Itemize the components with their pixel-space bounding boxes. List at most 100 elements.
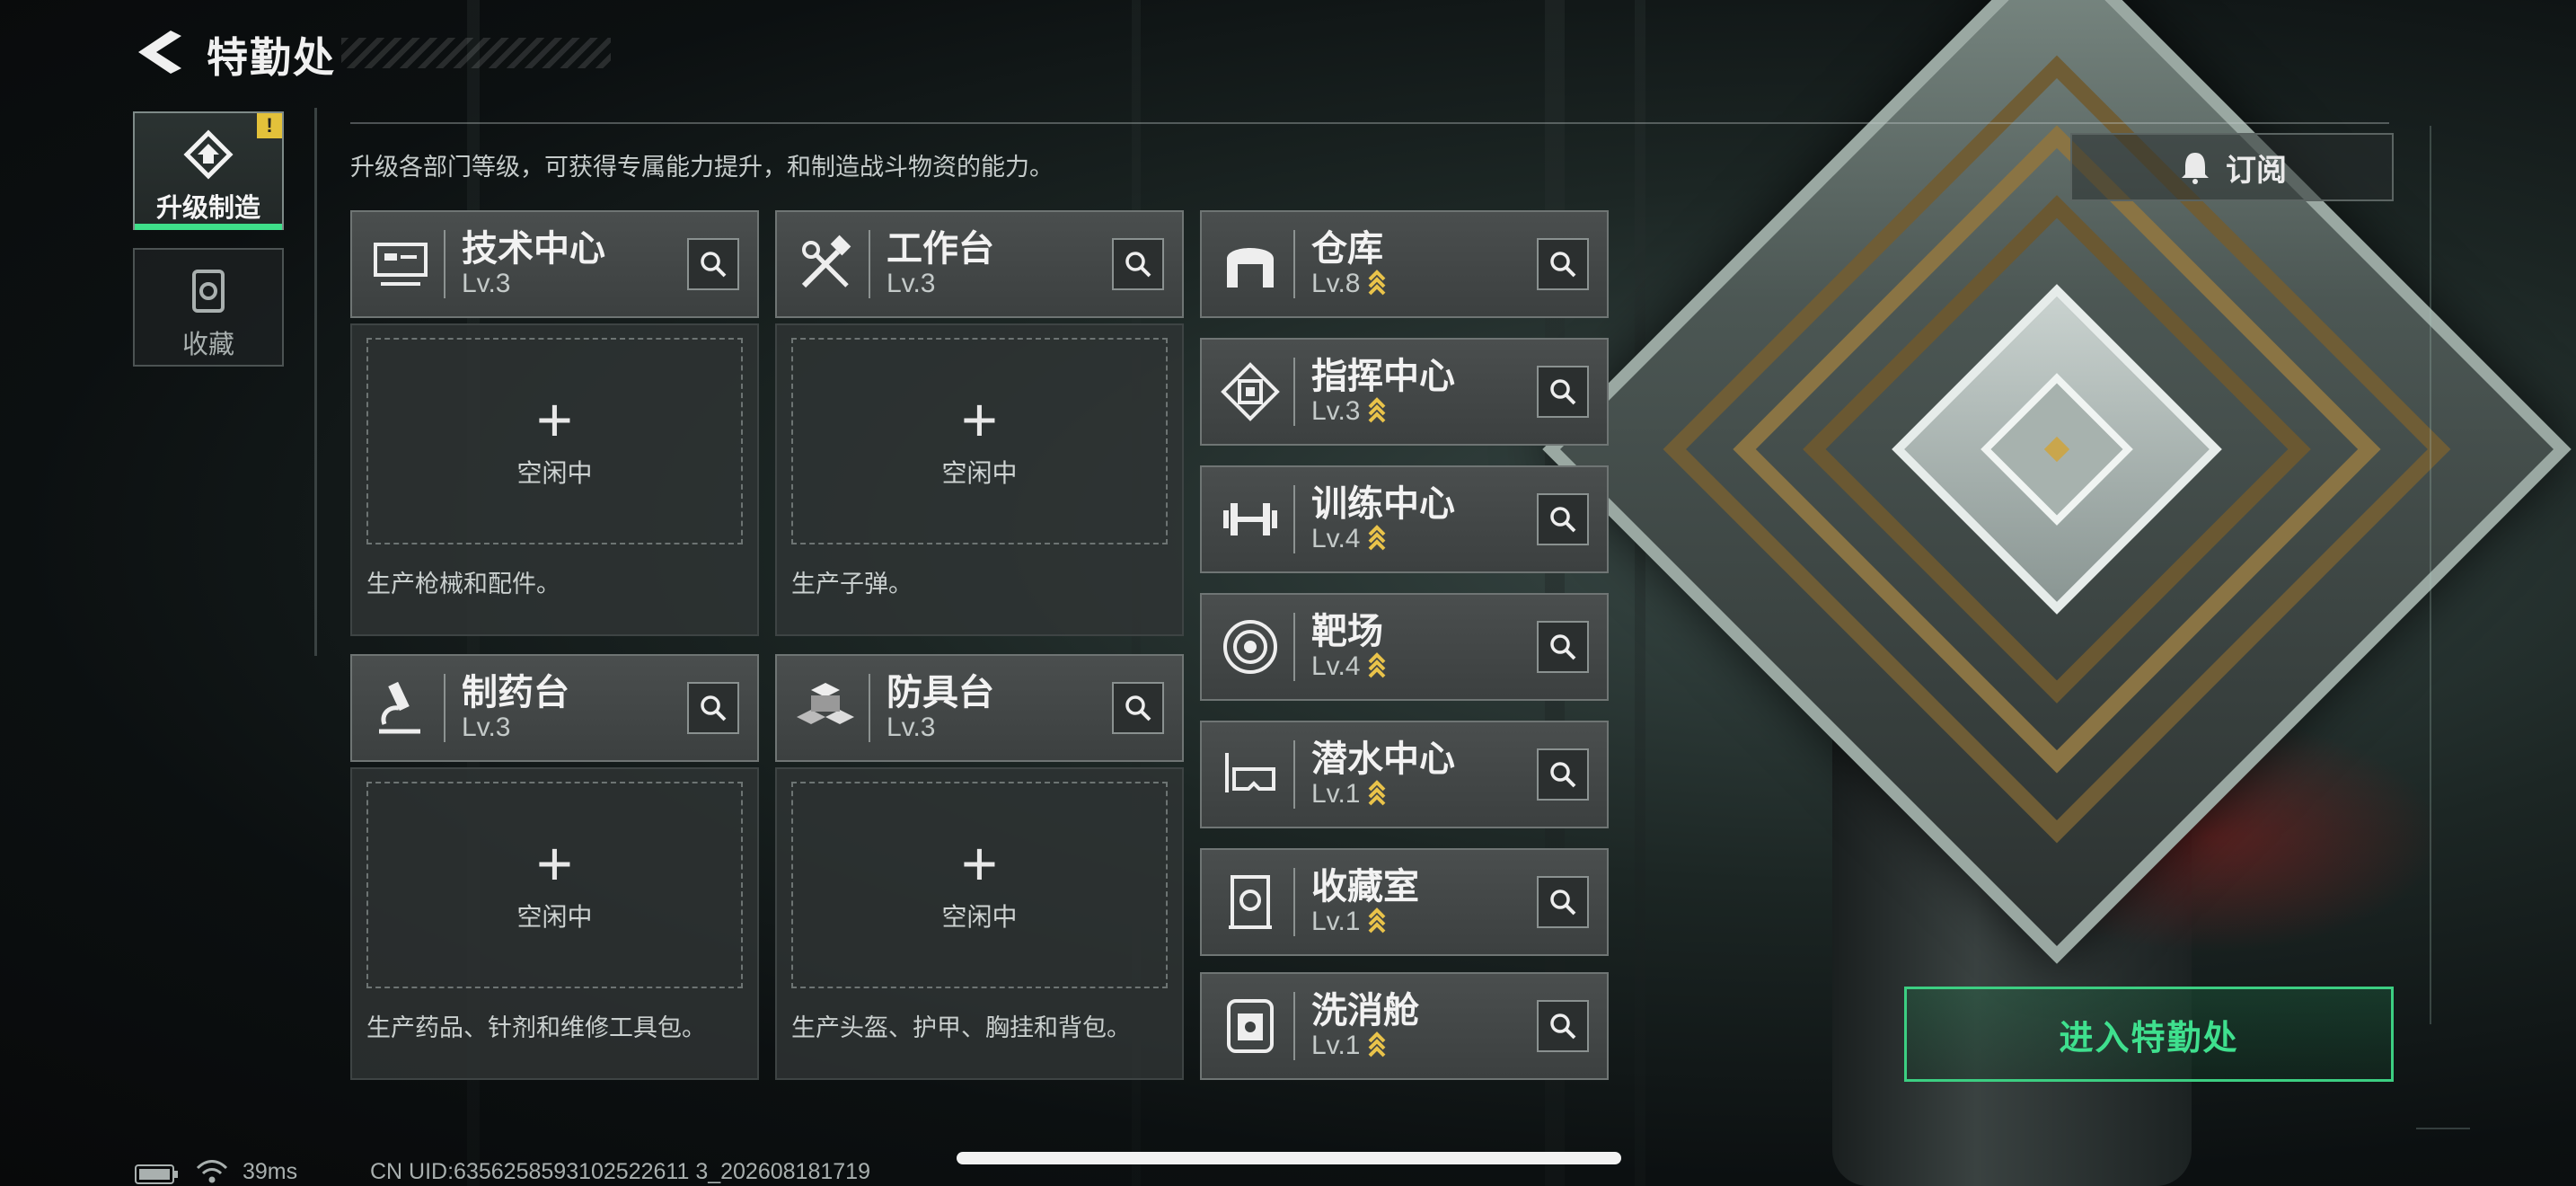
search-button[interactable]	[687, 238, 739, 290]
production-slot[interactable]: + 空闲中	[791, 782, 1168, 988]
slot-status: 空闲中	[941, 903, 1018, 931]
facility-level: Lv.1	[1311, 1031, 1361, 1060]
search-button[interactable]	[1112, 682, 1164, 734]
search-icon	[1125, 695, 1151, 721]
ping-text: 39ms	[243, 1159, 298, 1184]
workshop-name: 防具台	[887, 673, 994, 712]
production-slot-panel: + 空闲中 生产头盔、护甲、胸挂和背包。	[775, 767, 1184, 1080]
search-icon	[1550, 634, 1576, 660]
search-icon	[701, 695, 727, 721]
enter-special-ops-button[interactable]: 进入特勤处	[1904, 987, 2394, 1082]
workshop-name: 制药台	[462, 673, 569, 712]
facility-level: Lv.4	[1311, 524, 1361, 553]
subscribe-label: 订阅	[2226, 153, 2287, 188]
production-slot-panel: + 空闲中 生产枪械和配件。	[350, 323, 759, 636]
target-icon	[1223, 620, 1277, 674]
facility-card-diving-center[interactable]: 潜水中心 Lv.1	[1200, 721, 1609, 828]
workshop-card-header[interactable]: 技术中心 Lv.3	[350, 210, 759, 318]
wifi-icon	[196, 1160, 228, 1183]
slot-status: 空闲中	[516, 903, 593, 931]
search-button[interactable]	[1537, 876, 1589, 928]
facility-level: Lv.1	[1311, 907, 1361, 936]
plus-icon: +	[536, 385, 573, 455]
collection-room-icon	[1229, 875, 1272, 929]
facility-card-training-center[interactable]: 训练中心 Lv.4	[1200, 465, 1609, 573]
upgrade-chevron-icon	[1369, 1031, 1386, 1058]
search-icon	[1550, 507, 1576, 533]
collection-icon	[192, 270, 225, 313]
tab-collection[interactable]: 收藏	[133, 248, 284, 367]
search-button[interactable]	[1537, 621, 1589, 673]
facility-name: 指挥中心	[1311, 357, 1455, 396]
workshop-card-header[interactable]: 工作台 Lv.3	[775, 210, 1184, 318]
battery-icon	[135, 1164, 178, 1184]
tech-center-icon	[374, 243, 428, 286]
upgrade-chevron-icon	[1369, 652, 1386, 678]
description-text: 升级各部门等级，可获得专属能力提升，和制造战斗物资的能力。	[350, 154, 1054, 181]
facility-card-decon-chamber[interactable]: 洗消舱 Lv.1	[1200, 972, 1609, 1080]
search-icon	[701, 252, 727, 278]
facility-level: Lv.4	[1311, 651, 1361, 681]
search-button[interactable]	[1112, 238, 1164, 290]
workshop-name: 工作台	[887, 229, 994, 269]
facility-name: 潜水中心	[1311, 739, 1455, 779]
workshop-level: Lv.3	[887, 269, 936, 298]
search-button[interactable]	[1537, 493, 1589, 545]
enter-button-label: 进入特勤处	[2059, 1019, 2239, 1058]
bell-icon	[2182, 153, 2209, 184]
search-icon	[1550, 252, 1576, 278]
upgrade-chevron-icon	[1369, 780, 1386, 806]
divider	[350, 122, 2389, 124]
plus-icon: +	[961, 828, 998, 898]
facility-name: 收藏室	[1311, 867, 1419, 907]
workshop-description: 生产药品、针剂和维修工具包。	[366, 1014, 706, 1041]
workshop-card-header[interactable]: 制药台 Lv.3	[350, 654, 759, 762]
uid-text: CN UID:6356258593102522611 3_20260818171…	[370, 1159, 870, 1184]
workshop-card-header[interactable]: 防具台 Lv.3	[775, 654, 1184, 762]
back-arrow-icon[interactable]	[135, 27, 183, 77]
upgrade-chevron-icon	[1369, 397, 1386, 423]
upgrade-chevron-icon	[1369, 907, 1386, 934]
subscribe-button[interactable]: 订阅	[2070, 133, 2394, 201]
facility-card-command-center[interactable]: 指挥中心 Lv.3	[1200, 338, 1609, 446]
dumbbell-icon	[1223, 503, 1277, 535]
production-slot-panel: + 空闲中 生产子弹。	[775, 323, 1184, 636]
page-title: 特勤处	[207, 34, 336, 81]
title-decoration	[341, 38, 611, 68]
search-button[interactable]	[1537, 238, 1589, 290]
production-slot[interactable]: + 空闲中	[791, 338, 1168, 544]
tab-label: 升级制造	[155, 194, 260, 223]
microscope-icon	[379, 681, 420, 734]
armor-blocks-icon	[797, 683, 854, 724]
facility-card-warehouse[interactable]: 仓库 Lv.8	[1200, 210, 1609, 318]
tools-icon	[801, 235, 851, 288]
slot-status: 空闲中	[516, 459, 593, 487]
search-button[interactable]	[1537, 1000, 1589, 1052]
search-button[interactable]	[1537, 366, 1589, 418]
facility-level: Lv.3	[1311, 396, 1361, 426]
command-chip-icon	[1221, 362, 1280, 421]
workshop-description: 生产枪械和配件。	[366, 571, 560, 597]
search-icon	[1550, 890, 1576, 916]
search-button[interactable]	[1537, 748, 1589, 801]
facility-card-shooting-range[interactable]: 靶场 Lv.4	[1200, 593, 1609, 701]
production-slot[interactable]: + 空闲中	[366, 338, 743, 544]
warning-badge: !	[257, 113, 282, 138]
production-slot[interactable]: + 空闲中	[366, 782, 743, 988]
search-icon	[1550, 379, 1576, 405]
tab-upgrade-manufacture[interactable]: ! 升级制造	[133, 111, 284, 230]
workshop-level: Lv.3	[462, 712, 511, 742]
tab-label: 收藏	[181, 331, 234, 359]
decon-chamber-icon	[1227, 999, 1274, 1053]
workshop-description: 生产头盔、护甲、胸挂和背包。	[791, 1014, 1131, 1041]
home-indicator[interactable]	[957, 1152, 1621, 1164]
search-button[interactable]	[687, 682, 739, 734]
slot-status: 空闲中	[941, 459, 1018, 487]
workshop-name: 技术中心	[462, 229, 605, 269]
search-icon	[1125, 252, 1151, 278]
facility-name: 仓库	[1311, 229, 1383, 269]
facility-level: Lv.8	[1311, 269, 1361, 298]
facility-card-collection-room[interactable]: 收藏室 Lv.1	[1200, 848, 1609, 956]
plus-icon: +	[536, 828, 573, 898]
facility-name: 训练中心	[1311, 484, 1455, 524]
